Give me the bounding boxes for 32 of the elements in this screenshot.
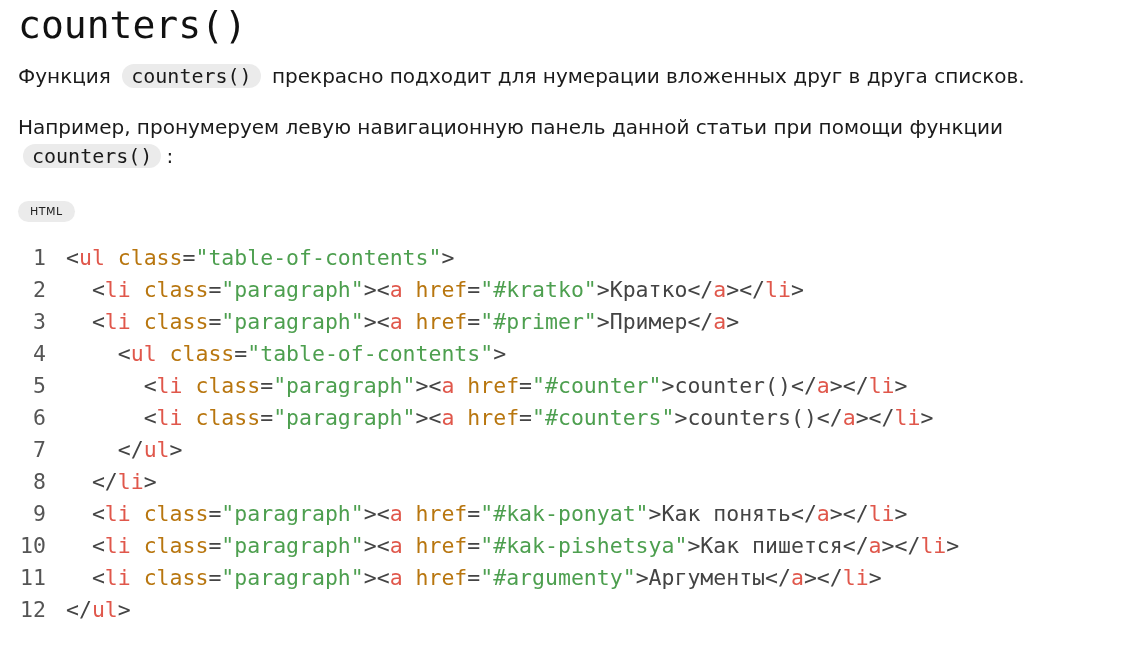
- line-number: 3: [32, 308, 46, 336]
- line-number: 4: [32, 340, 46, 368]
- paragraph-text: Например, пронумеруем левую навигационную панель данной статьи при помощи функции: [18, 115, 1004, 139]
- code-line: <li class="paragraph"><a href="#kratko">Кратко</a></li>: [90, 276, 804, 304]
- paragraph-text: Функция: [18, 64, 111, 88]
- line-number: 1: [32, 244, 46, 272]
- line-number: 9: [32, 500, 46, 528]
- code-line: <li class="paragraph"><a href="#kak-ponyat">Как понять</a></li>: [90, 500, 908, 528]
- line-number: 6: [32, 404, 46, 432]
- line-number: 10: [19, 532, 46, 560]
- code-line: </ul>: [116, 436, 183, 464]
- paragraph-text: :: [166, 144, 174, 168]
- code-line: <ul class="table-of-contents">: [66, 244, 455, 272]
- line-number: 2: [32, 276, 46, 304]
- code-line: <li class="paragraph"><a href="#primer">Пример</a>: [90, 308, 740, 336]
- code-line: <ul class="table-of-contents">: [116, 340, 507, 368]
- line-number: 8: [32, 468, 46, 496]
- code-line: </li>: [90, 468, 157, 496]
- code-line: <li class="paragraph"><a href="#argumenty">Аргументы</a></li>: [90, 564, 882, 592]
- paragraph-text: прекрасно подходит для нумерации вложенных друг в друга списков.: [272, 64, 1025, 88]
- page-title: counters(): [18, 2, 248, 48]
- code-line: </ul>: [66, 596, 131, 624]
- line-number: 5: [32, 372, 46, 400]
- language-badge: HTML: [18, 201, 75, 222]
- code-line: <li class="paragraph"><a href="#counters">counters()</a></li>: [142, 404, 934, 432]
- line-number: 7: [32, 436, 46, 464]
- code-line: <li class="paragraph"><a href="#kak-pishetsya">Как пишется</a></li>: [90, 532, 960, 560]
- line-number: 12: [19, 596, 46, 624]
- inline-code: counters(): [122, 64, 261, 88]
- inline-code: counters(): [23, 144, 162, 168]
- code-line: <li class="paragraph"><a href="#counter">counter()</a></li>: [142, 372, 908, 400]
- line-number: 11: [19, 564, 46, 592]
